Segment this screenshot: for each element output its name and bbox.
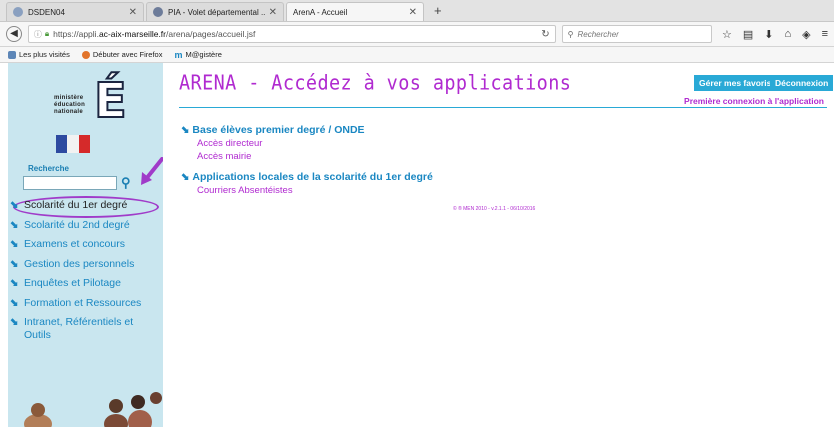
section-applications-locales: ⬊ Applications locales de la scolarité d… [181, 171, 433, 196]
sidebar-item-label: Formation et Ressources [24, 296, 142, 309]
arrow-down-right-icon: ⬊ [10, 278, 19, 289]
url-domain: ac-aix-marseille.fr [98, 29, 167, 39]
download-icon[interactable]: ⬇ [764, 28, 773, 41]
arrow-down-right-icon: ⬊ [10, 317, 19, 328]
link-courriers-absenteistes[interactable]: Courriers Absentéistes [197, 185, 433, 196]
tab-pia[interactable]: PIA - Volet départemental ... ✕ [146, 2, 284, 21]
section-title-text: Applications locales de la scolarité du … [192, 171, 433, 183]
tab-favicon-icon [153, 7, 163, 17]
bookmark-most-visited[interactable]: Les plus visités [8, 50, 70, 59]
home-icon[interactable]: ⌂ [784, 28, 791, 41]
logout-button[interactable]: Déconnexion [770, 75, 834, 91]
search-label: Recherche [28, 164, 69, 173]
section-base-eleves: ⬊ Base élèves premier degré / ONDE Accès… [181, 124, 365, 162]
bookmark-firefox[interactable]: Débuter avec Firefox [81, 50, 163, 59]
url-prefix: https://appli. [53, 29, 99, 39]
arrow-down-right-icon: ⬊ [10, 239, 19, 250]
url-path: /arena/pages/accueil.jsf [166, 29, 256, 39]
toolbar-icons: ☆ ▤ ⬇ ⌂ ◈ ≡ [722, 28, 828, 41]
sidebar-item-label: Scolarité du 1er degré [24, 199, 128, 211]
bookmark-folder-icon [8, 50, 16, 59]
sidebar-item-personnels[interactable]: ⬊ Gestion des personnels [10, 255, 160, 275]
tab-dsden04[interactable]: DSDEN04 ✕ [6, 2, 144, 21]
bookmarks-bar: Les plus visités Débuter avec Firefox mM… [0, 47, 834, 63]
link-acces-directeur[interactable]: Accès directeur [197, 138, 365, 149]
sidebar-item-label: Intranet, Référentiels et Outils [24, 316, 134, 341]
sidebar-item-label: Gestion des personnels [24, 257, 135, 270]
search-icon: ⚲ [567, 29, 574, 39]
sidebar-item-scolarite-1er-degre[interactable]: ⬊ Scolarité du 1er degré [10, 196, 160, 216]
footer-version: © ® MEN 2010 - v.2.1.1 - 06/10/2016 [453, 206, 536, 212]
arrow-down-right-icon: ⬊ [181, 171, 190, 183]
title-divider [179, 107, 827, 108]
annotation-arrow-icon [141, 157, 163, 185]
pocket-icon[interactable]: ◈ [802, 28, 810, 41]
close-tab-icon[interactable]: ✕ [269, 7, 277, 18]
navigation-bar: ◀ ⓘ 🔒︎ https://appli.ac-aix-marseille.fr… [0, 22, 834, 47]
tab-title: ArenA - Accueil [293, 7, 348, 17]
first-connection-link[interactable]: Première connexion à l'application [684, 96, 824, 106]
reload-icon[interactable]: ↻ [541, 29, 549, 40]
section-title-text: Base élèves premier degré / ONDE [192, 124, 365, 136]
sidebar-item-label: Enquêtes et Pilotage [24, 277, 121, 289]
sidebar-item-label: Examens et concours [24, 238, 125, 250]
arrow-down-right-icon: ⬊ [10, 297, 19, 309]
library-icon[interactable]: ▤ [743, 28, 753, 41]
sidebar-item-intranet[interactable]: ⬊ Intranet, Référentiels et Outils [10, 313, 160, 345]
arrow-down-right-icon: ⬊ [10, 258, 19, 270]
section-title[interactable]: ⬊ Applications locales de la scolarité d… [181, 171, 433, 183]
search-input[interactable] [23, 176, 117, 190]
close-tab-icon[interactable]: ✕ [409, 7, 417, 18]
logo-letter: É [93, 72, 128, 130]
tab-bar: DSDEN04 ✕ PIA - Volet départemental ... … [0, 0, 834, 22]
info-icon[interactable]: ⓘ [34, 29, 42, 40]
sidebar-menu: ⬊ Scolarité du 1er degré ⬊ Scolarité du … [10, 196, 160, 345]
bookmark-label: M@gistère [185, 50, 222, 59]
firefox-icon [81, 50, 90, 59]
bookmark-label: Les plus visités [19, 50, 70, 59]
link-acces-mairie[interactable]: Accès mairie [197, 151, 365, 162]
search-icon[interactable]: ⚲ [121, 175, 137, 191]
sidebar-item-examens[interactable]: ⬊ Examens et concours [10, 235, 160, 255]
search-bar-placeholder: Rechercher [577, 29, 619, 39]
sidebar-item-enquetes[interactable]: ⬊ Enquêtes et Pilotage [10, 274, 160, 294]
magistere-icon: m [174, 49, 183, 60]
menu-icon[interactable]: ≡ [822, 28, 828, 41]
sidebar-item-formation[interactable]: ⬊ Formation et Ressources [10, 294, 160, 314]
logo-text: ministère éducation nationale [54, 95, 86, 115]
ministry-logo: ministère éducation nationale É [54, 72, 134, 133]
tab-arena-accueil[interactable]: ArenA - Accueil ✕ [286, 2, 424, 21]
page-title: ARENA - Accédez à vos applications [179, 72, 572, 95]
sidebar: ministère éducation nationale É Recherche … [8, 63, 163, 427]
browser-window: DSDEN04 ✕ PIA - Volet départemental ... … [0, 0, 834, 427]
close-tab-icon[interactable]: ✕ [129, 7, 137, 18]
bookmark-label: Débuter avec Firefox [92, 50, 163, 59]
arrow-down-right-icon: ⬊ [10, 219, 19, 231]
tab-title: PIA - Volet départemental ... [168, 7, 265, 17]
people-illustration [24, 392, 162, 427]
bookmark-magistere[interactable]: m M@gistère [174, 50, 221, 60]
lock-icon: 🔒︎ [44, 29, 50, 38]
back-button[interactable]: ◀ [6, 26, 22, 42]
tab-title: DSDEN04 [28, 7, 65, 17]
search-bar[interactable]: ⚲ Rechercher [561, 25, 712, 43]
arrow-down-right-icon: ⬊ [181, 124, 190, 136]
section-title[interactable]: ⬊ Base élèves premier degré / ONDE [181, 124, 365, 136]
sidebar-item-label: Scolarité du 2nd degré [24, 218, 130, 231]
bookmark-star-icon[interactable]: ☆ [722, 28, 732, 41]
manage-favorites-button[interactable]: Gérer mes favoris [694, 75, 777, 91]
address-bar[interactable]: ⓘ 🔒︎ https://appli.ac-aix-marseille.fr/a… [27, 25, 556, 43]
tab-favicon-icon [13, 7, 23, 17]
url-text: https://appli.ac-aix-marseille.fr/arena/… [53, 29, 535, 39]
sidebar-item-scolarite-2nd-degre[interactable]: ⬊ Scolarité du 2nd degré [10, 216, 160, 236]
republic-flag-logo [56, 135, 90, 153]
new-tab-button[interactable]: + [426, 2, 450, 21]
arrow-down-right-icon: ⬊ [10, 200, 19, 211]
main-content: ARENA - Accédez à vos applications Gérer… [175, 63, 834, 427]
